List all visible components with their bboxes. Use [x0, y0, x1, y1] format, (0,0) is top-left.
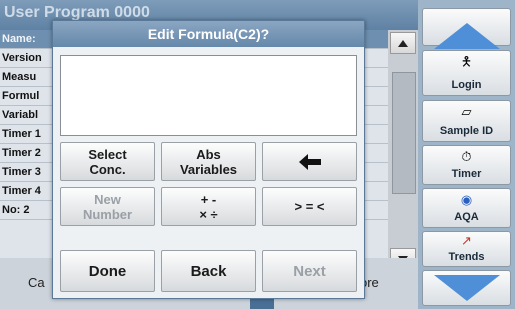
arrow-up-icon [433, 23, 500, 49]
backspace-button[interactable] [262, 142, 357, 181]
select-conc-label-line1: Select [88, 146, 127, 162]
abs-variables-button[interactable]: Abs Variables [161, 142, 256, 181]
back-button[interactable]: Back [161, 250, 256, 292]
sample-vial-icon: ▱ [461, 104, 472, 119]
person-icon: 🯅 [460, 54, 473, 69]
timer-icon: ⏱ [461, 149, 472, 164]
globe-icon: ◉ [460, 192, 473, 207]
login-button[interactable]: 🯅 Login [422, 50, 511, 96]
dialog-title: Edit Formula(C2)? [53, 21, 364, 47]
scroll-thumb[interactable] [392, 72, 416, 194]
left-arrow-icon [298, 153, 321, 170]
triangle-up-icon [398, 39, 408, 47]
new-number-button[interactable]: New Number [60, 187, 155, 226]
scroll-up-arrow-button[interactable] [422, 8, 511, 49]
new-number-label-line2: Number [82, 206, 133, 222]
abs-variables-label-line1: Abs [196, 146, 221, 162]
operators-label-line2: × ÷ [199, 206, 218, 222]
right-sidebar: 🯅 Login ▱ Sample ID ⏱ Timer ◉ AQA ↗ Tren… [418, 0, 515, 309]
list-scrollbar[interactable] [388, 30, 418, 270]
timer-label: Timer [451, 168, 482, 180]
new-number-label-line1: New [94, 191, 121, 207]
scroll-up-button[interactable] [390, 32, 416, 54]
abs-variables-label-line2: Variables [179, 161, 238, 177]
aqa-label: AQA [454, 211, 479, 223]
select-conc-button[interactable]: Select Conc. [60, 142, 155, 181]
operators-label-line1: + - [200, 191, 217, 207]
scroll-down-arrow-button[interactable] [422, 270, 511, 306]
timer-button[interactable]: ⏱ Timer [422, 145, 511, 185]
sample-id-label: Sample ID [439, 125, 494, 137]
trends-button[interactable]: ↗ Trends [422, 231, 511, 267]
trend-chart-icon: ↗ [461, 233, 472, 248]
operators-button[interactable]: + - × ÷ [161, 187, 256, 226]
formula-input[interactable] [60, 55, 357, 136]
trends-label: Trends [448, 251, 485, 263]
login-label: Login [451, 79, 482, 91]
comparison-button[interactable]: > = < [262, 187, 357, 226]
bottom-left-button-label[interactable]: Ca [28, 275, 45, 290]
edit-formula-dialog: Edit Formula(C2)? Select Conc. Abs Varia… [52, 20, 365, 299]
arrow-down-icon [433, 275, 500, 301]
sample-id-button[interactable]: ▱ Sample ID [422, 100, 511, 142]
comparison-label: > = < [294, 199, 325, 214]
done-button[interactable]: Done [60, 250, 155, 292]
select-conc-label-line2: Conc. [89, 161, 126, 177]
aqa-button[interactable]: ◉ AQA [422, 188, 511, 228]
next-button[interactable]: Next [262, 250, 357, 292]
bottom-indicator [250, 299, 274, 309]
